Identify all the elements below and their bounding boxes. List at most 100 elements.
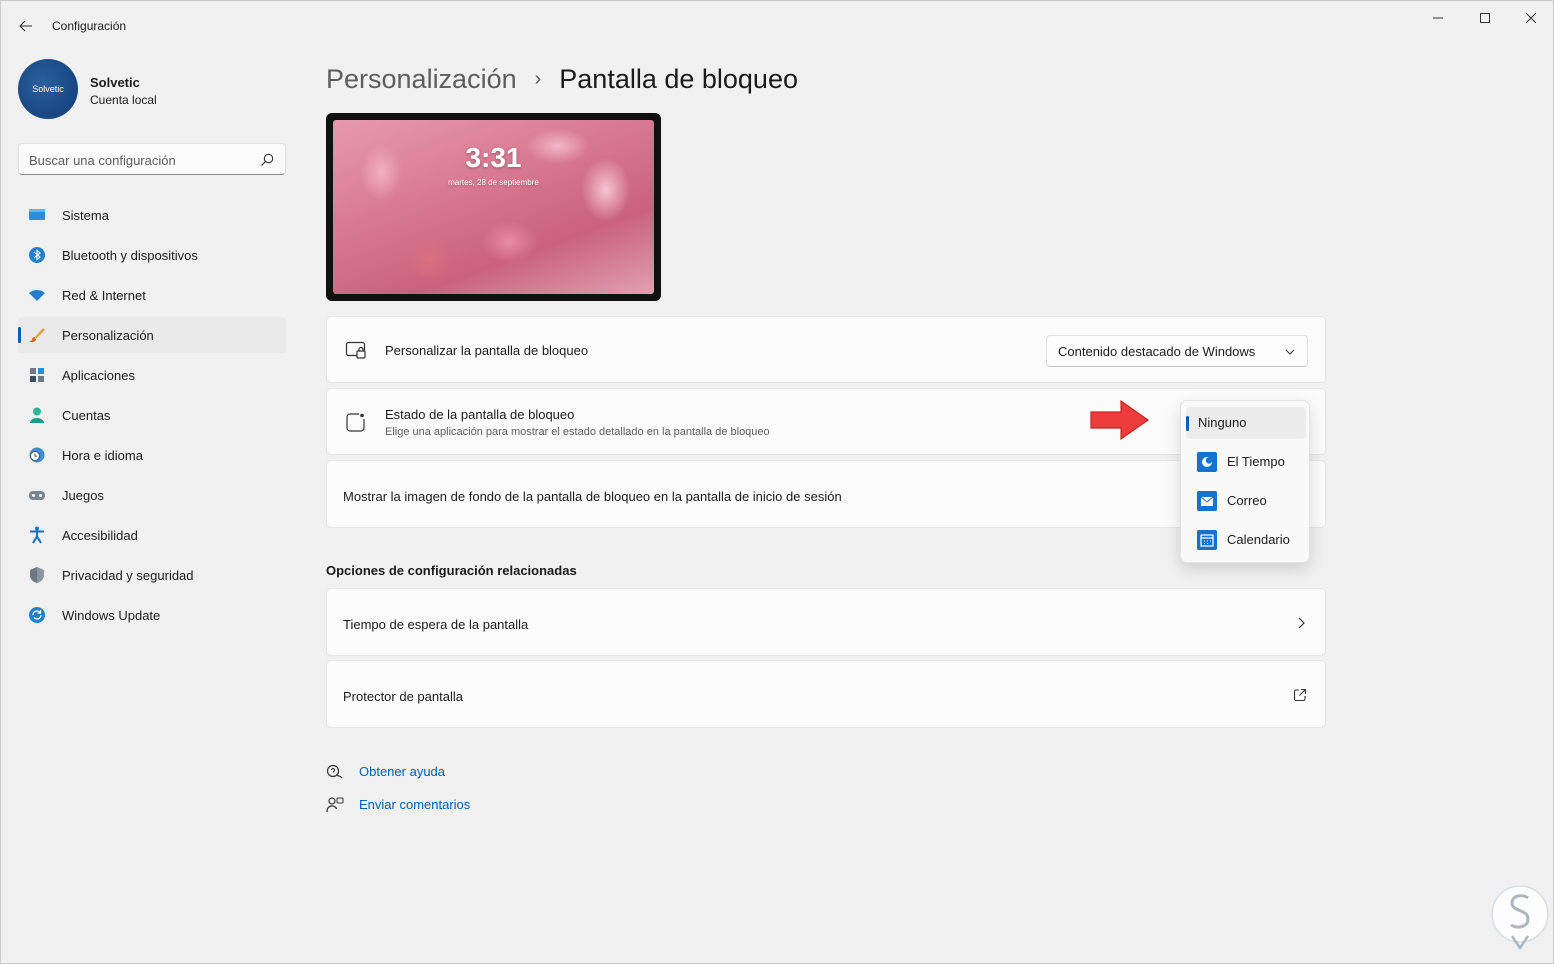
system-icon: [29, 209, 45, 220]
show-background-signin-card[interactable]: Mostrar la imagen de fondo de la pantall…: [326, 460, 1326, 528]
personalize-lock-screen-value: Contenido destacado de Windows: [1058, 344, 1256, 359]
sidebar-item-label: Juegos: [62, 488, 104, 503]
dropdown-option-calendario[interactable]: Calendario: [1186, 524, 1306, 556]
sidebar-item-privacidad[interactable]: Privacidad y seguridad: [18, 557, 286, 593]
minimize-button[interactable]: [1415, 1, 1461, 35]
preview-time: 3:31: [465, 142, 522, 173]
sidebar-item-label: Privacidad y seguridad: [62, 568, 194, 583]
chevron-down-icon: [1285, 349, 1295, 355]
avatar: Solvetic: [18, 59, 78, 119]
sidebar-item-label: Hora e idioma: [62, 448, 143, 463]
clock-globe-icon: [29, 447, 45, 463]
wifi-icon: [29, 289, 45, 301]
weather-icon: [1197, 452, 1217, 472]
dropdown-option-el-tiempo[interactable]: El Tiempo: [1186, 446, 1306, 478]
dropdown-option-label: El Tiempo: [1227, 454, 1285, 469]
sidebar-item-label: Red & Internet: [62, 288, 146, 303]
sidebar-item-hora[interactable]: Hora e idioma: [18, 437, 286, 473]
sidebar-item-accesibilidad[interactable]: Accesibilidad: [18, 517, 286, 553]
page-title: Pantalla de bloqueo: [559, 63, 798, 94]
breadcrumb-separator: ›: [534, 67, 542, 90]
back-arrow-icon: [19, 20, 32, 32]
send-feedback-label[interactable]: Enviar comentarios: [359, 797, 470, 812]
sidebar-item-windows-update[interactable]: Windows Update: [18, 597, 286, 633]
feedback-icon: [326, 797, 344, 813]
help-icon: [326, 764, 343, 779]
close-button[interactable]: [1508, 1, 1554, 35]
sidebar-item-sistema[interactable]: Sistema: [18, 197, 286, 233]
personalize-lock-screen-card: Personalizar la pantalla de bloqueo Cont…: [326, 316, 1326, 383]
get-help-label[interactable]: Obtener ayuda: [359, 764, 445, 779]
bluetooth-icon: [29, 247, 45, 263]
lock-screen-status-card: Estado de la pantalla de bloqueo Elige u…: [326, 388, 1326, 455]
status-app-dropdown: Ninguno El Tiempo Correo Calendario: [1180, 400, 1310, 563]
dropdown-option-ninguno[interactable]: Ninguno: [1186, 407, 1306, 439]
show-background-signin-label: Mostrar la imagen de fondo de la pantall…: [343, 489, 842, 504]
gamepad-icon: [29, 491, 45, 500]
profile-account-type: Cuenta local: [90, 93, 157, 107]
lock-screen-preview: 3:31 martes, 28 de septiembre: [326, 113, 661, 301]
send-feedback-link[interactable]: Enviar comentarios: [326, 794, 526, 816]
sidebar-nav: Sistema Bluetooth y dispositivos Red & I…: [18, 197, 286, 637]
sidebar-item-label: Aplicaciones: [62, 368, 135, 383]
dropdown-option-label: Ninguno: [1198, 415, 1247, 430]
related-settings-heading: Opciones de configuración relacionadas: [326, 563, 577, 578]
search-box[interactable]: [18, 143, 286, 175]
preview-date: martes, 28 de septiembre: [448, 178, 539, 187]
sidebar-item-red[interactable]: Red & Internet: [18, 277, 286, 313]
sidebar-item-aplicaciones[interactable]: Aplicaciones: [18, 357, 286, 393]
search-input[interactable]: [29, 150, 249, 170]
get-help-link[interactable]: Obtener ayuda: [326, 761, 526, 783]
dropdown-option-correo[interactable]: Correo: [1186, 485, 1306, 517]
brush-icon: [29, 328, 45, 343]
apps-icon: [30, 368, 44, 382]
lock-screen-status-label: Estado de la pantalla de bloqueo: [385, 407, 575, 422]
title-bar: Configuración: [1, 1, 1553, 51]
personalize-lock-screen-label: Personalizar la pantalla de bloqueo: [385, 343, 589, 358]
accessibility-icon: [30, 526, 44, 544]
sidebar-item-juegos[interactable]: Juegos: [18, 477, 286, 513]
avatar-logo-text: Solvetic: [32, 84, 64, 94]
mail-icon: [1197, 491, 1217, 511]
shield-icon: [30, 567, 44, 583]
close-icon: [1526, 13, 1536, 23]
maximize-icon: [1480, 13, 1490, 23]
sidebar-item-cuentas[interactable]: Cuentas: [18, 397, 286, 433]
maximize-button[interactable]: [1462, 1, 1508, 35]
sidebar-item-label: Accesibilidad: [62, 528, 138, 543]
related-item-label: Protector de pantalla: [343, 689, 463, 704]
personalize-lock-screen-select[interactable]: Contenido destacado de Windows: [1046, 335, 1308, 367]
back-button[interactable]: [13, 13, 39, 39]
sidebar-item-label: Sistema: [62, 208, 109, 223]
user-profile[interactable]: Solvetic Solvetic Cuenta local: [18, 59, 288, 119]
dropdown-option-label: Calendario: [1227, 532, 1290, 547]
related-item-screensaver[interactable]: Protector de pantalla: [326, 660, 1326, 728]
calendar-icon: [1197, 530, 1217, 550]
annotation-arrow-icon: [1090, 399, 1150, 441]
sidebar-item-label: Personalización: [62, 328, 154, 343]
lock-screen-icon: [345, 341, 366, 359]
sidebar-item-label: Windows Update: [62, 608, 161, 623]
minimize-icon: [1433, 17, 1443, 19]
chevron-right-icon: [1298, 617, 1305, 629]
related-item-label: Tiempo de espera de la pantalla: [343, 617, 529, 632]
breadcrumb: Personalización › Pantalla de bloqueo: [326, 61, 798, 97]
related-item-screen-timeout[interactable]: Tiempo de espera de la pantalla: [326, 588, 1326, 656]
sidebar-item-label: Bluetooth y dispositivos: [62, 248, 198, 263]
lock-screen-status-description: Elige una aplicación para mostrar el est…: [385, 426, 770, 438]
external-link-icon: [1293, 688, 1307, 702]
status-app-icon: [346, 412, 366, 432]
sidebar-item-bluetooth[interactable]: Bluetooth y dispositivos: [18, 237, 286, 273]
person-icon: [30, 407, 44, 423]
sidebar-item-label: Cuentas: [62, 408, 111, 423]
update-icon: [29, 607, 45, 623]
watermark-logo-icon: [1491, 885, 1549, 951]
settings-window: Configuración Solvetic Solvetic Cuenta l…: [0, 0, 1554, 964]
preview-background-image: 3:31 martes, 28 de septiembre: [333, 120, 654, 294]
app-title: Configuración: [52, 19, 127, 33]
search-icon[interactable]: [259, 152, 275, 168]
dropdown-option-label: Correo: [1227, 493, 1267, 508]
breadcrumb-parent[interactable]: Personalización: [326, 64, 517, 95]
sidebar-item-personalizacion[interactable]: Personalización: [18, 317, 286, 353]
profile-name: Solvetic: [90, 75, 140, 90]
